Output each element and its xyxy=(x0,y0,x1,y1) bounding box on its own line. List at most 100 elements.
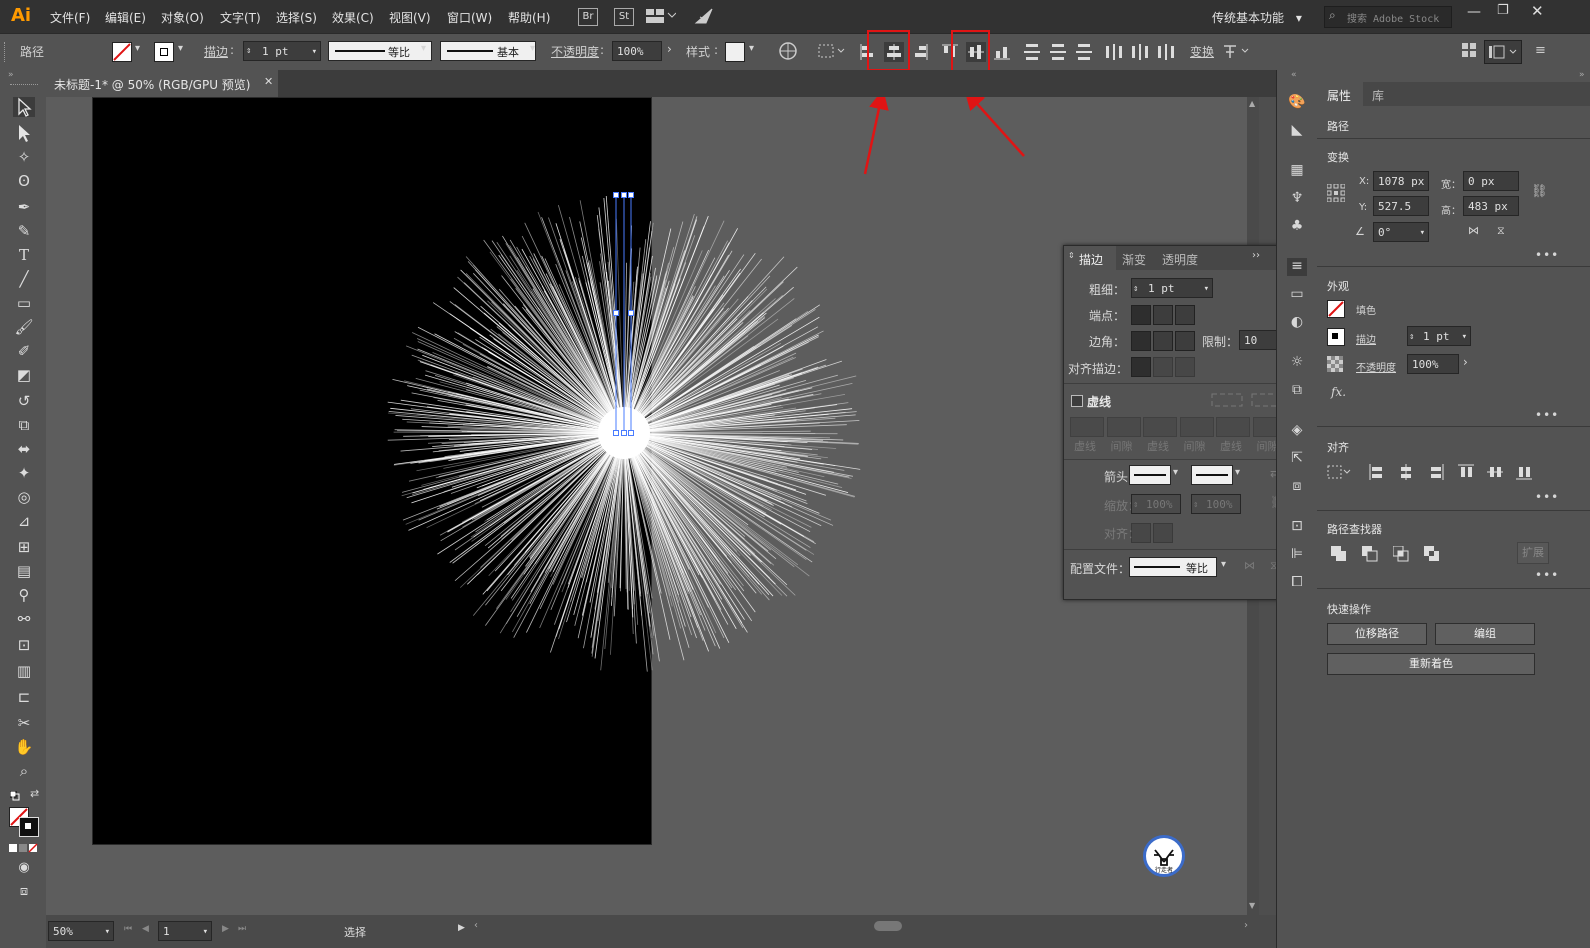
align-vertical-center-icon[interactable] xyxy=(1486,463,1506,481)
appearance-panel-icon[interactable]: ☼ xyxy=(1287,354,1307,372)
miter-join-button[interactable] xyxy=(1131,331,1151,351)
h-field[interactable]: 483 px xyxy=(1463,196,1519,216)
perspective-grid-tool-icon[interactable]: ⊿ xyxy=(13,511,35,531)
flip-horizontal-icon[interactable]: ⋈ xyxy=(1468,224,1479,237)
align-bottom-icon[interactable] xyxy=(992,42,1012,62)
more-options-icon[interactable]: ••• xyxy=(1535,568,1559,582)
color-panel-icon[interactable]: 🎨 xyxy=(1287,94,1307,112)
pathfinder-panel-icon[interactable]: ⧠ xyxy=(1287,574,1307,592)
status-menu-arrow[interactable]: ▶ xyxy=(458,923,465,933)
align-stroke-outside-button[interactable] xyxy=(1175,357,1195,377)
artboard-tool-icon[interactable]: ⊏ xyxy=(13,687,35,707)
distribute-horizontal-center-icon[interactable] xyxy=(1130,42,1150,62)
align-bottom-icon[interactable] xyxy=(1515,463,1535,481)
tab-stroke[interactable]: ⇕ 描边 xyxy=(1064,246,1116,270)
collapse-arrows-icon[interactable]: « xyxy=(1291,70,1297,80)
distribute-bottom-icon[interactable] xyxy=(1074,42,1094,62)
chevron-down-icon[interactable]: ▾ xyxy=(203,922,208,942)
graphic-style-swatch[interactable] xyxy=(725,42,745,62)
more-options-icon[interactable]: ••• xyxy=(1535,408,1559,422)
puppet-warp-tool-icon[interactable]: ✦ xyxy=(13,463,35,483)
collapse-arrows-icon[interactable]: » xyxy=(1579,70,1585,80)
line-segment-tool-icon[interactable]: ╱ xyxy=(13,269,35,289)
minimize-button[interactable]: — xyxy=(1467,4,1483,20)
distribute-vertical-center-icon[interactable] xyxy=(1048,42,1068,62)
align-stroke-inside-button[interactable] xyxy=(1153,357,1173,377)
stroke-color-box[interactable] xyxy=(19,817,39,837)
chevron-down-icon[interactable]: ▾ xyxy=(1204,279,1209,299)
group-button[interactable]: 编组 xyxy=(1435,623,1535,645)
tab-libraries[interactable]: 库 xyxy=(1372,87,1384,104)
tab-transparency[interactable]: 透明度 xyxy=(1162,251,1198,268)
arrow-tip-at-end-button[interactable] xyxy=(1153,523,1173,543)
stepper-icon[interactable]: ⇕ xyxy=(1193,495,1198,515)
zoom-tool-icon[interactable]: ⌕ xyxy=(13,761,35,781)
scroll-left-arrow[interactable]: ‹ xyxy=(474,920,478,931)
y-field[interactable]: 527.5 px xyxy=(1373,196,1429,233)
gap-field[interactable] xyxy=(1106,417,1141,437)
next-artboard-icon[interactable]: ▶ xyxy=(222,924,229,934)
scroll-thumb[interactable] xyxy=(874,921,902,931)
eyedropper-tool-icon[interactable]: ⚲ xyxy=(13,585,35,605)
color-mode-icons[interactable] xyxy=(9,842,39,853)
recolor-button[interactable]: 重新着色 xyxy=(1327,653,1535,675)
search-input[interactable]: 搜索 Adobe Stock xyxy=(1347,10,1439,25)
menu-view[interactable]: 视图(V) xyxy=(389,9,431,26)
round-join-button[interactable] xyxy=(1153,331,1173,351)
bevel-join-button[interactable] xyxy=(1175,331,1195,351)
fill-swatch[interactable] xyxy=(1327,300,1345,318)
width-tool-icon[interactable]: ⬌ xyxy=(13,439,35,459)
shape-builder-tool-icon[interactable]: ◎ xyxy=(13,487,35,507)
unite-icon[interactable] xyxy=(1331,546,1347,562)
fill-swatch[interactable] xyxy=(112,42,132,62)
shaper-tool-icon[interactable]: ✐ xyxy=(13,341,35,361)
dash-field[interactable] xyxy=(1143,417,1177,437)
layers-panel-icon[interactable]: ◈ xyxy=(1287,422,1307,440)
projecting-cap-button[interactable] xyxy=(1175,305,1195,325)
chevron-down-icon[interactable]: ▾ xyxy=(421,43,426,54)
align-right-icon[interactable] xyxy=(1427,463,1447,481)
start-arrowhead-select[interactable] xyxy=(1129,465,1171,485)
menu-file[interactable]: 文件(F) xyxy=(50,9,90,26)
direct-selection-tool-icon[interactable] xyxy=(13,123,35,143)
gpu-performance-icon[interactable] xyxy=(694,7,714,25)
hand-tool-icon[interactable]: ✋ xyxy=(13,737,35,757)
artboards-panel-icon[interactable]: ⧈ xyxy=(1287,478,1307,496)
slice-tool-icon[interactable]: ✂ xyxy=(13,713,35,733)
more-options-icon[interactable]: ••• xyxy=(1535,490,1559,504)
offset-path-button[interactable]: 位移路径 xyxy=(1327,623,1427,645)
paintbrush-tool-icon[interactable]: 🖌 xyxy=(13,317,35,337)
transform-panel-icon[interactable]: ⊡ xyxy=(1287,518,1307,536)
chevron-down-icon[interactable]: ▾ xyxy=(105,922,110,942)
align-top-icon[interactable] xyxy=(1457,463,1477,481)
scroll-right-arrow[interactable]: › xyxy=(1244,920,1248,931)
variable-width-profile[interactable]: 等比 xyxy=(328,41,432,61)
screen-mode-icon[interactable]: ⧈ xyxy=(13,882,35,902)
x-field[interactable]: 1078 px xyxy=(1373,171,1429,191)
symbol-sprayer-tool-icon[interactable]: ⊡ xyxy=(13,635,35,655)
magic-wand-tool-icon[interactable]: ✧ xyxy=(13,147,35,167)
gap-field[interactable] xyxy=(1179,417,1214,437)
chevron-down-icon[interactable]: ▾ xyxy=(135,43,140,54)
recolor-artwork-icon[interactable] xyxy=(778,41,798,61)
opacity-field[interactable]: 100% xyxy=(1407,354,1459,374)
flip-along-icon[interactable]: ⋈ xyxy=(1244,559,1255,572)
swatches-icon[interactable]: ▦ xyxy=(1287,162,1307,180)
collapse-arrows-icon[interactable]: » xyxy=(8,70,14,80)
swap-colors-icon[interactable]: ⇄ xyxy=(30,787,39,800)
menu-effect[interactable]: 效果(C) xyxy=(332,9,374,26)
scroll-down-arrow[interactable]: ▼ xyxy=(1249,901,1255,910)
previous-artboard-icon[interactable]: ◀ xyxy=(142,924,149,934)
mesh-tool-icon[interactable]: ⊞ xyxy=(13,537,35,557)
menu-select[interactable]: 选择(S) xyxy=(276,9,317,26)
flip-vertical-icon[interactable]: ⧖ xyxy=(1497,224,1505,238)
scale-tool-icon[interactable]: ⧉ xyxy=(13,415,35,435)
stroke-swatch[interactable] xyxy=(154,42,174,62)
curvature-tool-icon[interactable]: ✎ xyxy=(13,221,35,241)
expand-button[interactable]: 扩展 xyxy=(1517,542,1549,564)
chevron-right-icon[interactable]: › xyxy=(1463,355,1468,369)
w-field[interactable]: 0 px xyxy=(1463,171,1519,191)
chevron-down-icon[interactable]: ▾ xyxy=(178,43,183,54)
dashed-line-checkbox[interactable] xyxy=(1071,395,1083,407)
chevron-down-icon[interactable]: ▾ xyxy=(1462,327,1467,347)
